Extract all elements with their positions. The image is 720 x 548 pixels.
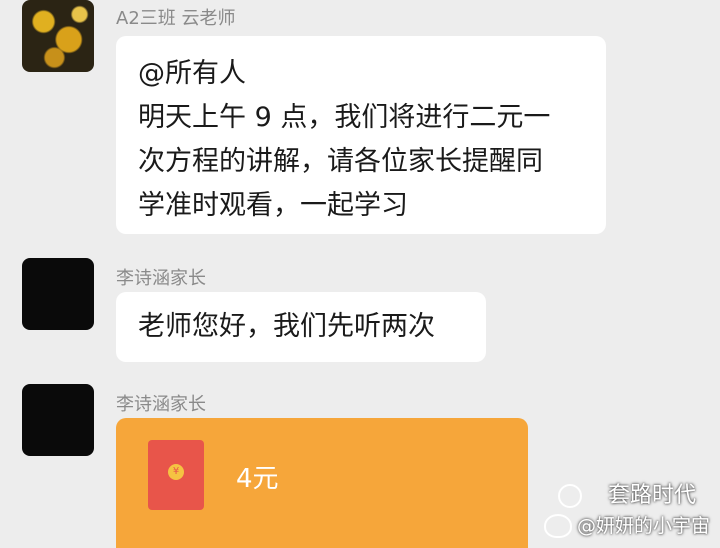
red-packet-amount: 4元 <box>236 464 279 494</box>
message-bubble-reply[interactable]: 老师您好，我们先听两次 <box>116 292 486 362</box>
watermark-channel: 套路时代 <box>607 483 696 508</box>
message-line: @所有人 <box>138 58 246 89</box>
message-bubble-announcement[interactable]: @所有人 明天上午 9 点，我们将进行二元一 次方程的讲解，请各位家长提醒同 学… <box>116 36 606 234</box>
red-envelope-icon: ¥ <box>148 440 204 510</box>
parent-avatar[interactable] <box>22 258 94 330</box>
weibo-icon <box>544 514 572 538</box>
watermark-user: @妍妍的小宇宙 <box>576 515 710 537</box>
sender-name-parent: 李诗涵家长 <box>116 394 206 415</box>
message-text: 老师您好，我们先听两次 <box>138 311 435 342</box>
teacher-avatar[interactable] <box>22 0 94 72</box>
sender-name-parent: 李诗涵家长 <box>116 268 206 289</box>
message-line: 学准时观看，一起学习 <box>138 190 408 221</box>
message-line: 明天上午 9 点，我们将进行二元一 <box>138 102 551 133</box>
message-line: 次方程的讲解，请各位家长提醒同 <box>138 146 543 177</box>
parent-avatar[interactable] <box>22 384 94 456</box>
coin-icon: ¥ <box>168 464 184 480</box>
red-packet-message[interactable]: ¥ 4元 <box>116 418 528 548</box>
wechat-channel-icon <box>558 484 582 508</box>
sender-name-teacher: A2三班 云老师 <box>116 8 236 29</box>
